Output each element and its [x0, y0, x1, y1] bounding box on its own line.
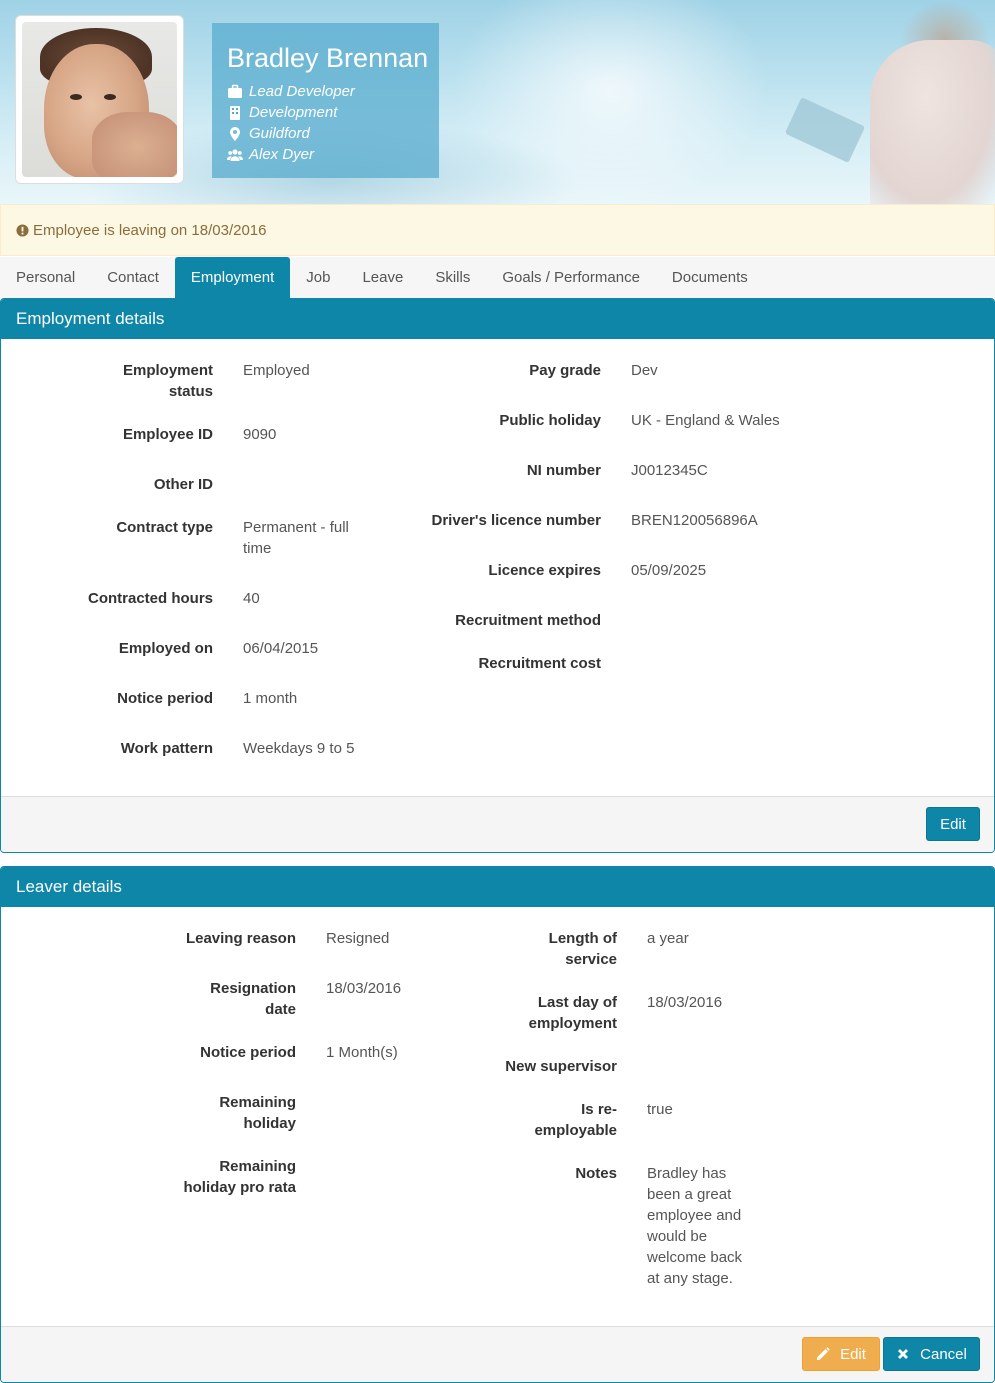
pay-grade-label: Pay grade [529, 362, 601, 379]
tab-documents[interactable]: Documents [656, 257, 764, 298]
notes-label: Notes [575, 1165, 617, 1182]
employee-name: Bradley Brennan [227, 43, 429, 73]
manager-row: Alex Dyer [227, 144, 424, 165]
ni-number-label: NI number [526, 462, 601, 479]
pencil-icon [817, 1347, 830, 1360]
re-employable-value: true [647, 1101, 673, 1118]
length-of-service-value: a year [647, 930, 689, 947]
employed-on-label: Employed on [118, 640, 213, 657]
notice-period-value: 1 month [243, 690, 298, 707]
remaining-holiday-pro-rata-label: Remaining holiday pro rata [183, 1158, 296, 1196]
manager[interactable]: Alex Dyer [249, 144, 314, 165]
tab-leave[interactable]: Leave [346, 257, 419, 298]
leaver-notice-period-label: Notice period [200, 1044, 296, 1061]
licence-expires-label: Licence expires [488, 562, 601, 579]
profile-tabs: Personal Contact Employment Job Leave Sk… [0, 257, 995, 298]
resignation-date-value: 18/03/2016 [326, 980, 402, 997]
other-id-label: Other ID [153, 476, 213, 493]
last-day-label: Last day of employment [528, 994, 617, 1032]
briefcase-icon [228, 84, 242, 98]
ni-number-value: J0012345C [631, 462, 708, 479]
map-marker-icon [230, 126, 240, 141]
location-row: Guildford [227, 123, 424, 144]
contract-type-value: Permanent - full time [243, 519, 349, 557]
employment-details-panel: Employment details Employment status Empl… [0, 298, 995, 853]
licence-expires-value: 05/09/2025 [631, 562, 707, 579]
leaver-details-panel: Leaver details Leaving reason Resigned R… [0, 866, 995, 1383]
pay-grade-value: Dev [631, 362, 658, 379]
alert-text: Employee is leaving on 18/03/2016 [33, 221, 267, 239]
location: Guildford [249, 125, 310, 142]
employment-status-label: Employment status [122, 362, 213, 400]
length-of-service-label: Length of service [548, 930, 617, 968]
employment-status-value: Employed [243, 362, 310, 379]
department-row: Development [227, 102, 424, 123]
tab-skills[interactable]: Skills [419, 257, 486, 298]
leaver-cancel-button[interactable]: Cancel [883, 1337, 980, 1371]
leaving-alert: Employee is leaving on 18/03/2016 [0, 204, 995, 256]
public-holiday-label: Public holiday [499, 412, 601, 429]
notes-value: Bradley has been a great employee and wo… [647, 1165, 743, 1287]
recruitment-cost-label: Recruitment cost [478, 655, 601, 672]
tab-job[interactable]: Job [290, 257, 346, 298]
employment-edit-button[interactable]: Edit [926, 807, 980, 841]
leaver-details-title: Leaver details [1, 867, 994, 907]
employee-id-value: 9090 [243, 426, 277, 443]
leaving-reason-label: Leaving reason [185, 930, 296, 947]
public-holiday-value: UK - England & Wales [631, 412, 780, 429]
contracted-hours-value: 40 [243, 590, 260, 607]
leaver-panel-footer: Edit Cancel [1, 1326, 994, 1382]
tab-personal[interactable]: Personal [0, 257, 91, 298]
leaver-notice-period-value: 1 Month(s) [326, 1044, 398, 1061]
building-icon [230, 105, 240, 120]
remaining-holiday-label: Remaining holiday [219, 1094, 296, 1132]
recruitment-method-label: Recruitment method [455, 612, 601, 629]
exclamation-circle-icon [16, 223, 29, 237]
work-pattern-value: Weekdays 9 to 5 [243, 740, 355, 757]
contract-type-label: Contract type [116, 519, 213, 536]
new-supervisor-label: New supervisor [505, 1058, 617, 1075]
employee-id-label: Employee ID [122, 426, 213, 443]
notice-period-label: Notice period [117, 690, 213, 707]
department: Development [249, 104, 338, 121]
drivers-licence-label: Driver's licence number [431, 512, 601, 529]
drivers-licence-value: BREN120056896A [631, 512, 758, 529]
tab-contact[interactable]: Contact [91, 257, 175, 298]
profile-summary: Bradley Brennan Lead Developer Developme… [212, 23, 439, 178]
employed-on-value: 06/04/2015 [243, 640, 319, 657]
work-pattern-label: Work pattern [120, 740, 213, 757]
employment-details-title: Employment details [1, 299, 994, 339]
resignation-date-label: Resignation date [210, 980, 296, 1018]
job-title: Lead Developer [249, 83, 355, 100]
users-icon [227, 148, 243, 161]
times-icon [898, 1349, 909, 1359]
last-day-value: 18/03/2016 [647, 994, 723, 1011]
tab-goals-performance[interactable]: Goals / Performance [486, 257, 656, 298]
re-employable-label: Is re-employable [534, 1101, 617, 1139]
profile-photo[interactable] [15, 15, 184, 184]
employment-panel-footer: Edit [1, 796, 994, 852]
leaving-reason-value: Resigned [326, 930, 390, 947]
tab-employment[interactable]: Employment [174, 257, 291, 298]
contracted-hours-label: Contracted hours [87, 590, 213, 607]
leaver-edit-button[interactable]: Edit [802, 1337, 880, 1371]
job-title-row: Lead Developer [227, 81, 424, 102]
